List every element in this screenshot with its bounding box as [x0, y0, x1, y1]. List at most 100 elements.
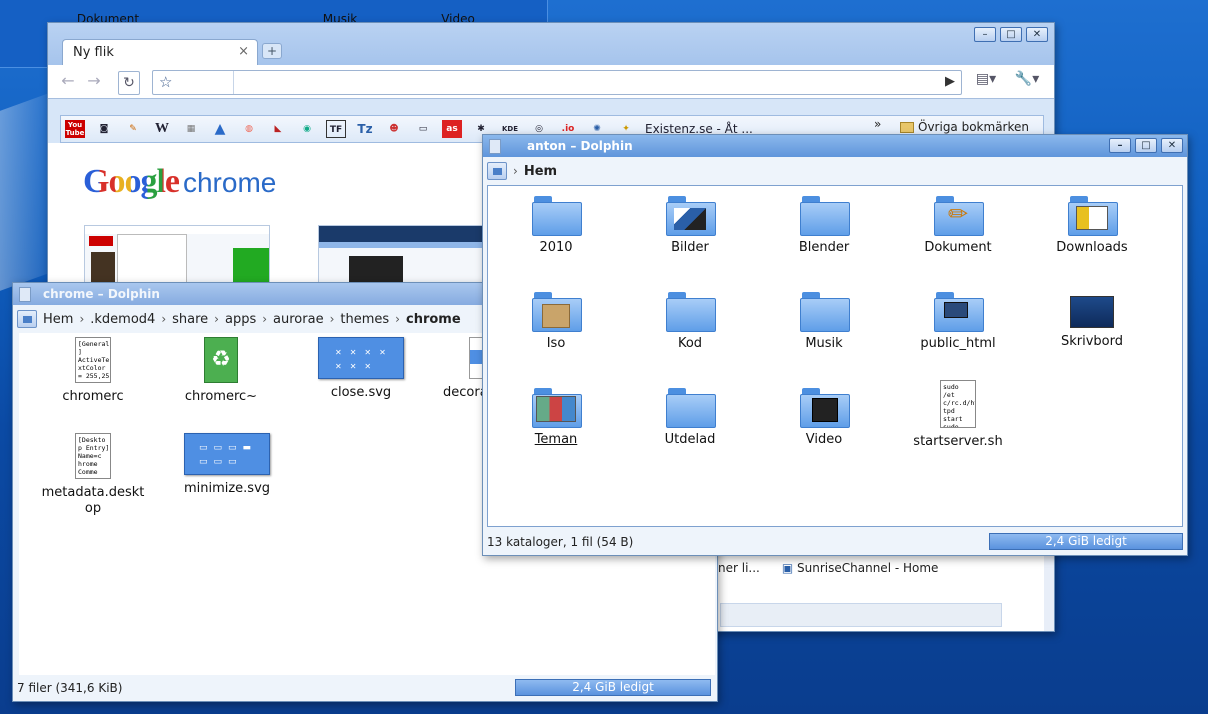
page-icon: ▣: [781, 561, 794, 575]
folder-label: Skrivbord: [1060, 334, 1123, 349]
bookmark-face-icon[interactable]: ☻: [384, 120, 404, 138]
file-item[interactable]: sudo /et c/rc.d/ht tpd start sudo /et c/…: [894, 380, 1022, 450]
file-label: close.svg: [330, 385, 392, 400]
breadcrumb-item-chrome[interactable]: chrome: [406, 312, 461, 327]
folder-icon: [532, 194, 582, 236]
file-label: minimize.svg: [183, 481, 271, 496]
star-icon[interactable]: ☆: [159, 73, 172, 91]
status-text: 7 filer (341,6 KiB): [17, 681, 123, 695]
bookmark-grid-icon[interactable]: ▦: [181, 120, 201, 138]
breadcrumb-item-aurorae[interactable]: aurorae: [273, 312, 324, 327]
bookmark-tf-icon[interactable]: TF: [326, 120, 346, 138]
file-item[interactable]: [Deskto p Entry] Name=c hrome Comme meta…: [29, 433, 157, 517]
bookmark-lastfm-icon[interactable]: as: [442, 120, 462, 138]
bookmark-wikipedia-icon[interactable]: W: [152, 120, 172, 138]
bookmark-pencil-icon[interactable]: ✎: [123, 120, 143, 138]
file-label: startserver.sh: [913, 434, 1003, 449]
chrome-tabstrip: Ny flik × + – □ ✕: [48, 23, 1054, 65]
breadcrumb-item-hem[interactable]: Hem: [43, 312, 73, 327]
file-view[interactable]: 2010 Bilder Blender ✏ Dokument Downloads …: [487, 185, 1183, 527]
maximize-button[interactable]: □: [1000, 27, 1022, 42]
bookmark-ubuntu-icon[interactable]: ◍: [239, 120, 259, 138]
breadcrumb-item-hem[interactable]: Hem: [524, 164, 557, 179]
tab-title: Ny flik: [73, 45, 114, 60]
bookmark-youtube-icon[interactable]: You Tube: [65, 120, 85, 138]
forward-icon[interactable]: →: [84, 71, 104, 95]
breadcrumb-item-kdemod4[interactable]: .kdemod4: [90, 312, 155, 327]
tab-close-icon[interactable]: ×: [238, 44, 249, 59]
folder-label: Blender: [798, 240, 850, 255]
most-visited-thumb-youtube[interactable]: [84, 225, 270, 285]
maximize-button[interactable]: □: [1135, 138, 1157, 153]
folder-item[interactable]: ✏ Dokument: [894, 194, 1022, 256]
folder-label: Teman: [534, 432, 578, 447]
address-bar[interactable]: ☆ ▶: [152, 70, 962, 95]
bookmark-arch-icon[interactable]: ▲: [210, 120, 230, 138]
folder-item[interactable]: Bilder: [626, 194, 754, 256]
folder-item[interactable]: Kod: [626, 290, 754, 352]
other-bookmarks-label: Övriga bokmärken: [918, 120, 1029, 134]
free-space-bar: 2,4 GiB ledigt: [989, 533, 1183, 550]
folder-icon: [900, 121, 914, 133]
bookmark-camera-icon[interactable]: ◙: [94, 120, 114, 138]
folder-item[interactable]: Skrivbord: [1028, 290, 1156, 350]
bookmark-tz-icon[interactable]: Tz: [355, 120, 375, 138]
titlebar[interactable]: anton – Dolphin – □ ✕: [483, 135, 1187, 157]
folder-label: Dokument: [924, 240, 992, 255]
folder-item[interactable]: Downloads: [1028, 194, 1156, 256]
bookmark-flag-icon[interactable]: ◣: [268, 120, 288, 138]
package-folder-icon: [532, 290, 582, 332]
themes-overlay: [536, 396, 576, 422]
folder-item[interactable]: public_html: [894, 290, 1022, 352]
folder-item[interactable]: Musik: [760, 290, 888, 352]
home-icon[interactable]: [487, 162, 507, 180]
back-icon[interactable]: ←: [58, 71, 78, 95]
go-icon[interactable]: ▶: [945, 74, 955, 89]
minimize-button[interactable]: –: [1109, 138, 1131, 153]
file-label: metadata.desktop: [41, 485, 145, 516]
folder-icon: [800, 194, 850, 236]
close-button[interactable]: ✕: [1161, 138, 1183, 153]
folder-label: public_html: [920, 336, 996, 351]
breadcrumb-separator-icon: ›: [329, 312, 335, 326]
breadcrumb-separator-icon: ›: [395, 312, 400, 326]
thumb-banner: [233, 248, 269, 284]
folder-item[interactable]: Iso: [492, 290, 620, 352]
file-item[interactable]: ✕✕✕✕ ✕✕✕ close.svg: [297, 337, 425, 401]
most-visited-sunrise[interactable]: ner li... ▣ SunriseChannel - Home: [718, 561, 938, 575]
folder-item[interactable]: Utdelad: [626, 386, 754, 448]
folder-item[interactable]: 2010: [492, 194, 620, 256]
breadcrumb-item-apps[interactable]: apps: [225, 312, 256, 327]
file-item[interactable]: ▭▭▭▬ ▭▭▭ minimize.svg: [163, 433, 291, 497]
breadcrumb-item-share[interactable]: share: [172, 312, 208, 327]
documents-folder-icon: ✏: [934, 194, 984, 236]
home-icon[interactable]: [17, 310, 37, 328]
breadcrumb-separator-icon: ›: [214, 312, 219, 326]
file-item[interactable]: ♻ chromerc~: [157, 337, 285, 405]
bookmarks-overflow-icon[interactable]: »: [874, 117, 881, 131]
thumb-header: [319, 226, 503, 242]
breadcrumb-separator-icon: ›: [161, 312, 167, 326]
dolphin-window-anton: anton – Dolphin – □ ✕ › Hem 2010 Bilder …: [482, 134, 1188, 556]
folder-item[interactable]: Video: [760, 386, 888, 448]
folder-label: Iso: [546, 336, 566, 351]
breadcrumb-item-themes[interactable]: themes: [340, 312, 389, 327]
file-item[interactable]: [General ] ActiveTe xtColor = 255,25 chr…: [29, 337, 157, 405]
minimize-button[interactable]: –: [974, 27, 996, 42]
recently-closed-bar: [720, 603, 1002, 627]
new-tab-button[interactable]: +: [262, 43, 282, 59]
file-item[interactable]: decora: [429, 337, 489, 401]
bookmark-tv-icon[interactable]: ▭: [413, 120, 433, 138]
reload-icon[interactable]: ↻: [118, 71, 140, 95]
most-visited-thumb-digg[interactable]: [318, 225, 504, 285]
text-file-icon: [General ] ActiveTe xtColor = 255,25: [75, 337, 111, 383]
downloads-overlay: [1076, 206, 1108, 230]
folder-item[interactable]: Blender: [760, 194, 888, 256]
other-bookmarks-button[interactable]: Övriga bokmärken: [900, 120, 1029, 134]
close-button[interactable]: ✕: [1026, 27, 1048, 42]
bookmark-globe-icon[interactable]: ◉: [297, 120, 317, 138]
folder-item[interactable]: Teman: [492, 386, 620, 448]
wrench-menu-icon[interactable]: 🔧▾: [1012, 71, 1042, 95]
tab-new-tab[interactable]: Ny flik ×: [62, 39, 258, 65]
page-menu-icon[interactable]: ▤▾: [972, 71, 1000, 95]
